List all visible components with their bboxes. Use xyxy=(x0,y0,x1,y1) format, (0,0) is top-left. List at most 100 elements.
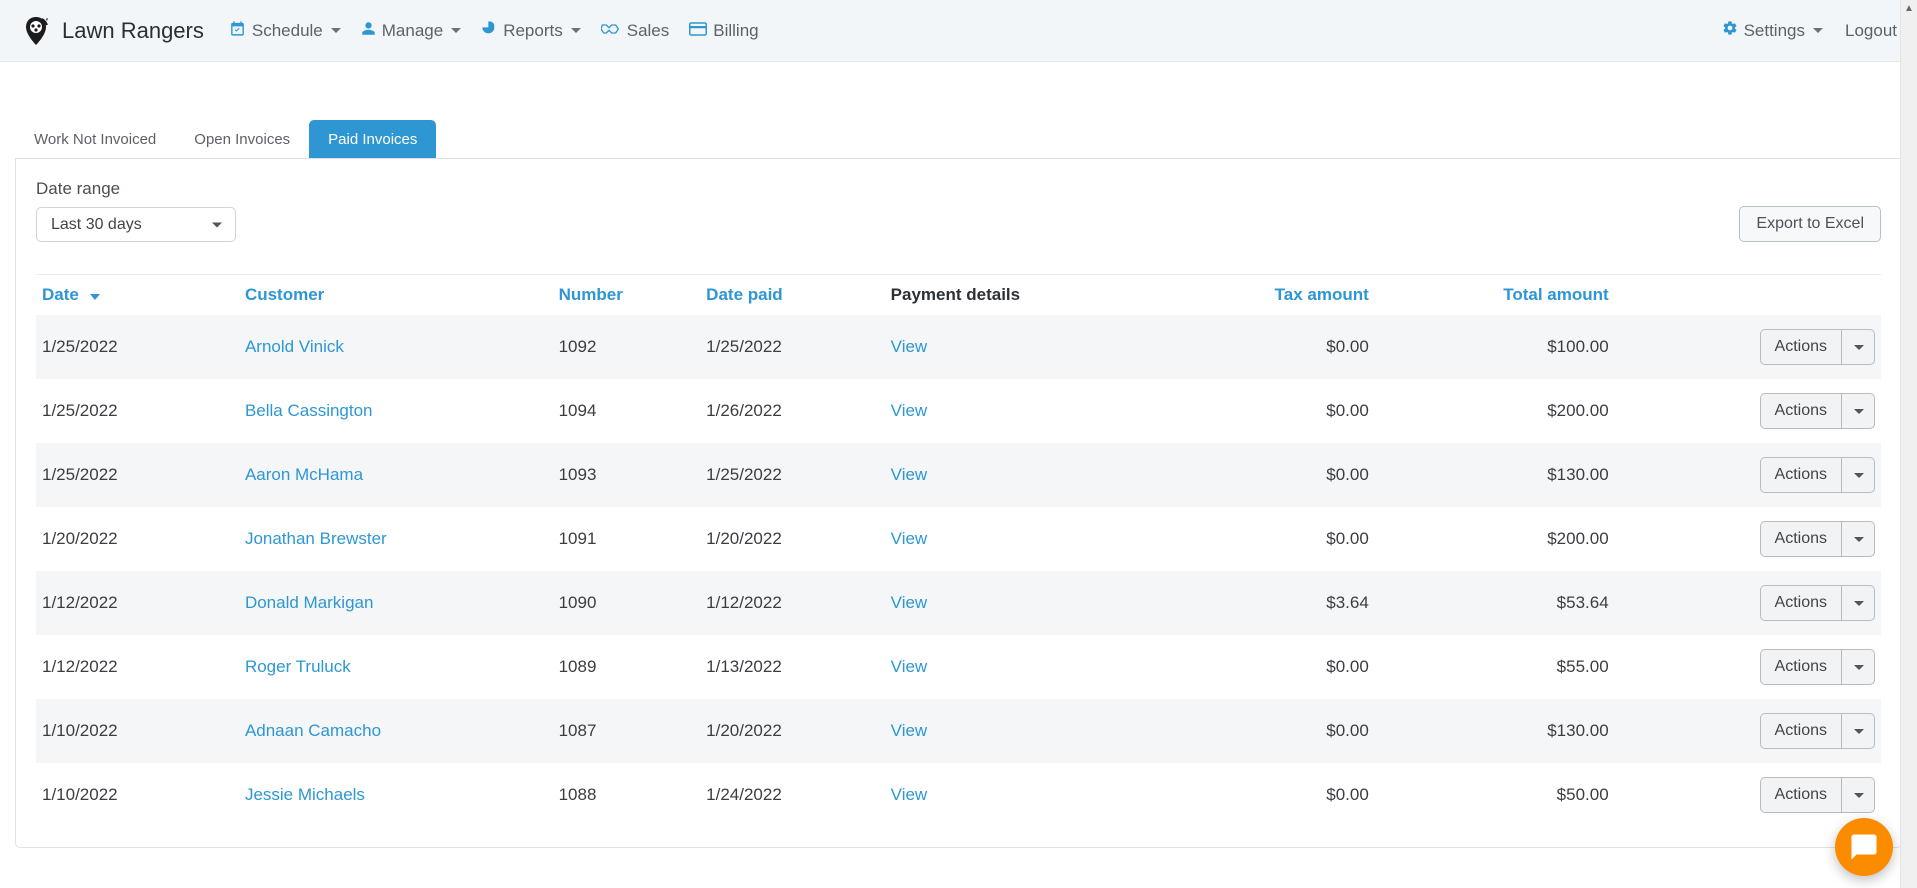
nav-manage[interactable]: Manage xyxy=(361,21,461,41)
cell-date: 1/25/2022 xyxy=(36,379,239,443)
view-payment-link[interactable]: View xyxy=(891,721,928,740)
actions-button[interactable]: Actions xyxy=(1760,521,1842,557)
view-payment-link[interactable]: View xyxy=(891,529,928,548)
actions-dropdown-button[interactable] xyxy=(1842,393,1875,429)
tab-work-not-invoiced[interactable]: Work Not Invoiced xyxy=(15,120,175,158)
col-payment-details: Payment details xyxy=(885,275,1162,316)
export-to-excel-button[interactable]: Export to Excel xyxy=(1739,206,1881,242)
view-payment-link[interactable]: View xyxy=(891,465,928,484)
actions-dropdown-button[interactable] xyxy=(1842,713,1875,749)
nav-settings[interactable]: Settings xyxy=(1722,20,1823,41)
cell-number: 1088 xyxy=(553,763,701,827)
tab-paid-invoices[interactable]: Paid Invoices xyxy=(309,120,436,158)
cell-tax: $3.64 xyxy=(1161,571,1382,635)
col-date-paid[interactable]: Date paid xyxy=(700,275,885,316)
cell-date: 1/10/2022 xyxy=(36,763,239,827)
cell-number: 1094 xyxy=(553,379,701,443)
customer-link[interactable]: Jonathan Brewster xyxy=(245,529,387,548)
view-payment-link[interactable]: View xyxy=(891,593,928,612)
col-total-amount[interactable]: Total amount xyxy=(1383,275,1623,316)
handshake-icon xyxy=(601,21,621,41)
gear-icon xyxy=(1722,20,1738,41)
col-tax-amount[interactable]: Tax amount xyxy=(1161,275,1382,316)
chevron-down-icon xyxy=(1854,793,1864,798)
actions-dropdown-button[interactable] xyxy=(1842,329,1875,365)
col-number[interactable]: Number xyxy=(553,275,701,316)
nav-billing[interactable]: Billing xyxy=(689,21,758,41)
cell-total: $200.00 xyxy=(1383,379,1623,443)
customer-link[interactable]: Bella Cassington xyxy=(245,401,373,420)
view-payment-link[interactable]: View xyxy=(891,337,928,356)
chevron-down-icon xyxy=(1854,345,1864,350)
customer-link[interactable]: Roger Truluck xyxy=(245,657,351,676)
table-row: 1/12/2022 Donald Markigan 1090 1/12/2022… xyxy=(36,571,1881,635)
actions-dropdown-button[interactable] xyxy=(1842,649,1875,685)
col-customer[interactable]: Customer xyxy=(239,275,553,316)
customer-link[interactable]: Jessie Michaels xyxy=(245,785,365,804)
cell-date: 1/12/2022 xyxy=(36,635,239,699)
calendar-icon xyxy=(229,20,246,42)
view-payment-link[interactable]: View xyxy=(891,785,928,804)
table-row: 1/12/2022 Roger Truluck 1089 1/13/2022 V… xyxy=(36,635,1881,699)
cell-total: $130.00 xyxy=(1383,443,1623,507)
cell-date-paid: 1/25/2022 xyxy=(700,443,885,507)
customer-link[interactable]: Arnold Vinick xyxy=(245,337,344,356)
cell-date-paid: 1/25/2022 xyxy=(700,315,885,379)
cell-number: 1093 xyxy=(553,443,701,507)
nav-reports-label: Reports xyxy=(503,21,563,41)
view-payment-link[interactable]: View xyxy=(891,401,928,420)
customer-link[interactable]: Adnaan Camacho xyxy=(245,721,381,740)
actions-button[interactable]: Actions xyxy=(1760,457,1842,493)
actions-dropdown-button[interactable] xyxy=(1842,585,1875,621)
cell-tax: $0.00 xyxy=(1161,443,1382,507)
nav-logout-label: Logout xyxy=(1845,21,1897,41)
scrollbar[interactable]: ▲ xyxy=(1900,0,1917,888)
nav-logout[interactable]: Logout xyxy=(1845,21,1897,41)
chevron-down-icon xyxy=(1854,601,1864,606)
nav-billing-label: Billing xyxy=(713,21,758,41)
chevron-down-icon xyxy=(571,28,581,33)
cell-date: 1/20/2022 xyxy=(36,507,239,571)
chevron-down-icon xyxy=(451,28,461,33)
customer-link[interactable]: Aaron McHama xyxy=(245,465,363,484)
actions-dropdown-button[interactable] xyxy=(1842,457,1875,493)
table-row: 1/10/2022 Jessie Michaels 1088 1/24/2022… xyxy=(36,763,1881,827)
actions-dropdown-button[interactable] xyxy=(1842,777,1875,813)
cell-date: 1/25/2022 xyxy=(36,443,239,507)
brand-logo-icon xyxy=(20,15,52,47)
scroll-up-icon[interactable]: ▲ xyxy=(1901,0,1917,17)
cell-total: $100.00 xyxy=(1383,315,1623,379)
actions-button[interactable]: Actions xyxy=(1760,713,1842,749)
cell-tax: $0.00 xyxy=(1161,635,1382,699)
actions-button[interactable]: Actions xyxy=(1760,393,1842,429)
pie-chart-icon xyxy=(481,20,497,41)
nav-sales-label: Sales xyxy=(627,21,670,41)
tab-open-invoices[interactable]: Open Invoices xyxy=(175,120,309,158)
actions-button[interactable]: Actions xyxy=(1760,649,1842,685)
table-row: 1/25/2022 Aaron McHama 1093 1/25/2022 Vi… xyxy=(36,443,1881,507)
cell-number: 1091 xyxy=(553,507,701,571)
nav-reports[interactable]: Reports xyxy=(481,20,581,41)
chevron-down-icon xyxy=(1854,665,1864,670)
customer-link[interactable]: Donald Markigan xyxy=(245,593,374,612)
actions-button[interactable]: Actions xyxy=(1760,585,1842,621)
date-range-select[interactable]: Last 30 days xyxy=(36,207,236,242)
actions-button[interactable]: Actions xyxy=(1760,329,1842,365)
nav-sales[interactable]: Sales xyxy=(601,21,670,41)
brand[interactable]: Lawn Rangers xyxy=(20,15,204,47)
actions-dropdown-button[interactable] xyxy=(1842,521,1875,557)
invoices-table: Date Customer Number Date paid Payment d… xyxy=(36,274,1881,827)
navbar: Lawn Rangers Schedule Manage Reports xyxy=(0,0,1917,62)
col-date[interactable]: Date xyxy=(36,275,239,316)
brand-name: Lawn Rangers xyxy=(62,18,204,44)
chat-widget-button[interactable] xyxy=(1835,818,1893,876)
cell-date-paid: 1/20/2022 xyxy=(700,699,885,763)
nav-schedule[interactable]: Schedule xyxy=(229,20,341,42)
cell-number: 1090 xyxy=(553,571,701,635)
chevron-down-icon xyxy=(1854,473,1864,478)
table-row: 1/20/2022 Jonathan Brewster 1091 1/20/20… xyxy=(36,507,1881,571)
view-payment-link[interactable]: View xyxy=(891,657,928,676)
cell-total: $53.64 xyxy=(1383,571,1623,635)
sort-desc-icon xyxy=(90,294,100,300)
actions-button[interactable]: Actions xyxy=(1760,777,1842,813)
